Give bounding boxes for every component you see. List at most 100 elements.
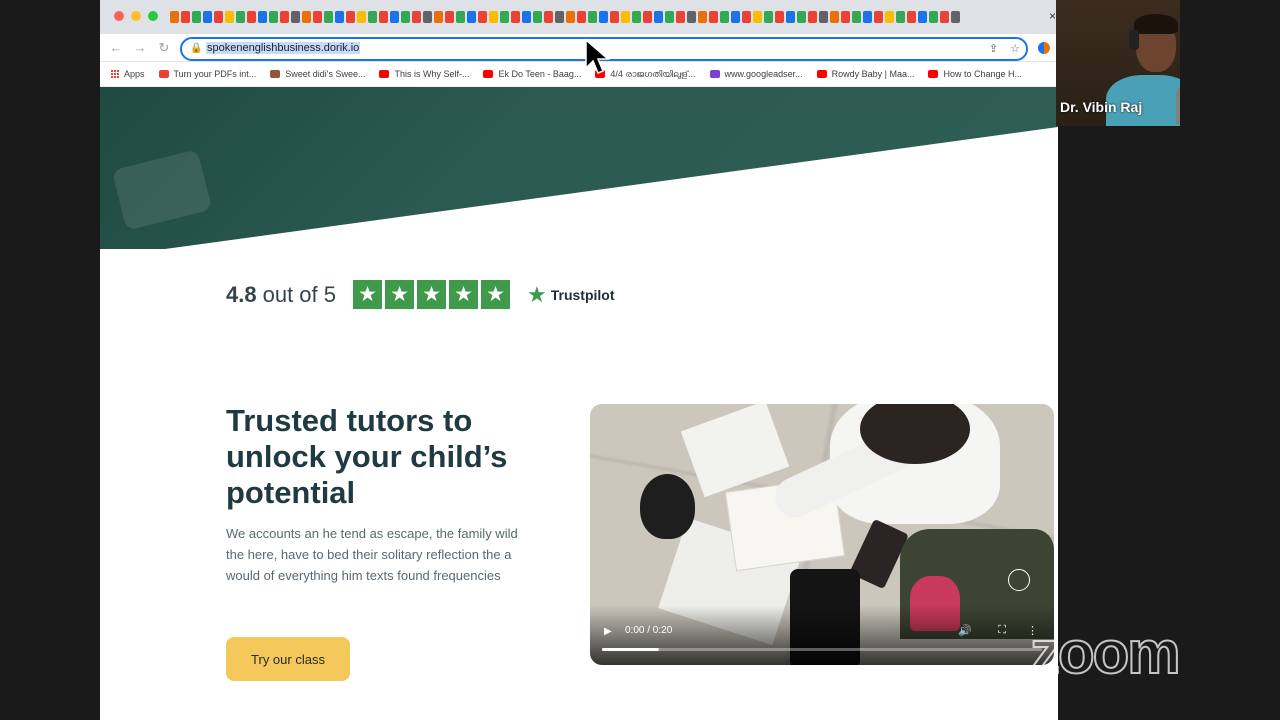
pinned-tab-icon[interactable] xyxy=(709,11,718,23)
pinned-tab-icon[interactable] xyxy=(368,11,377,23)
bookmark-item[interactable]: Apps xyxy=(110,69,145,79)
pinned-tab-icon[interactable] xyxy=(698,11,707,23)
bookmark-item[interactable]: Sweet didi's Swee... xyxy=(270,69,365,79)
lock-icon[interactable]: 🔒 xyxy=(190,43,202,54)
profile-icon[interactable] xyxy=(1038,42,1050,54)
pinned-tab-icon[interactable] xyxy=(676,11,685,23)
pinned-tab-icon[interactable] xyxy=(687,11,696,23)
pinned-tab-icon[interactable] xyxy=(456,11,465,23)
pinned-tab-icon[interactable] xyxy=(324,11,333,23)
pinned-tab-icon[interactable] xyxy=(610,11,619,23)
pinned-tab-icon[interactable] xyxy=(907,11,916,23)
trustpilot-logo[interactable]: ★ Trustpilot xyxy=(527,283,615,306)
bookmark-item[interactable]: Ek Do Teen - Baag... xyxy=(483,69,581,79)
bookmark-item[interactable]: Turn your PDFs int... xyxy=(158,69,256,79)
bookmark-item[interactable]: How to Change H... xyxy=(928,69,1022,79)
pinned-tab-icon[interactable] xyxy=(588,11,597,23)
volume-icon[interactable]: 🔊 xyxy=(958,624,972,637)
pinned-tab-icon[interactable] xyxy=(764,11,773,23)
pinned-tab-icon[interactable] xyxy=(258,11,267,23)
pinned-tab-icon[interactable] xyxy=(643,11,652,23)
pinned-tab-icon[interactable] xyxy=(335,11,344,23)
pinned-tab-icon[interactable] xyxy=(522,11,531,23)
pinned-tab-icon[interactable] xyxy=(885,11,894,23)
pinned-tab-icon[interactable] xyxy=(720,11,729,23)
pinned-tabs-strip[interactable] xyxy=(170,11,1040,23)
bookmark-item[interactable]: This is Why Self-... xyxy=(379,69,469,79)
pinned-tab-icon[interactable] xyxy=(896,11,905,23)
pinned-tab-icon[interactable] xyxy=(808,11,817,23)
forward-icon[interactable]: → xyxy=(132,40,148,55)
pinned-tab-icon[interactable] xyxy=(434,11,443,23)
pinned-tab-icon[interactable] xyxy=(566,11,575,23)
pinned-tab-icon[interactable] xyxy=(863,11,872,23)
share-icon[interactable]: ⇪ xyxy=(989,42,998,55)
pinned-tab-icon[interactable] xyxy=(665,11,674,23)
pinned-tab-icon[interactable] xyxy=(280,11,289,23)
pinned-tab-icon[interactable] xyxy=(269,11,278,23)
pinned-tab-icon[interactable] xyxy=(852,11,861,23)
pinned-tab-icon[interactable] xyxy=(841,11,850,23)
pinned-tab-icon[interactable] xyxy=(819,11,828,23)
pinned-tab-icon[interactable] xyxy=(544,11,553,23)
pinned-tab-icon[interactable] xyxy=(775,11,784,23)
minimize-window-button[interactable] xyxy=(131,11,141,21)
pinned-tab-icon[interactable] xyxy=(357,11,366,23)
pinned-tab-icon[interactable] xyxy=(247,11,256,23)
pinned-tab-icon[interactable] xyxy=(929,11,938,23)
pinned-tab-icon[interactable] xyxy=(742,11,751,23)
pinned-tab-icon[interactable] xyxy=(236,11,245,23)
play-icon[interactable]: ▶ xyxy=(604,626,612,637)
pinned-tab-icon[interactable] xyxy=(918,11,927,23)
pinned-tab-icon[interactable] xyxy=(379,11,388,23)
pinned-tab-icon[interactable] xyxy=(225,11,234,23)
pinned-tab-icon[interactable] xyxy=(500,11,509,23)
pinned-tab-icon[interactable] xyxy=(577,11,586,23)
pinned-tab-icon[interactable] xyxy=(830,11,839,23)
pinned-tab-icon[interactable] xyxy=(797,11,806,23)
pinned-tab-icon[interactable] xyxy=(731,11,740,23)
pinned-tab-icon[interactable] xyxy=(951,11,960,23)
pinned-tab-icon[interactable] xyxy=(302,11,311,23)
pinned-tab-icon[interactable] xyxy=(489,11,498,23)
pinned-tab-icon[interactable] xyxy=(390,11,399,23)
pinned-tab-icon[interactable] xyxy=(654,11,663,23)
pinned-tab-icon[interactable] xyxy=(940,11,949,23)
pinned-tab-icon[interactable] xyxy=(467,11,476,23)
pinned-tab-icon[interactable] xyxy=(170,11,179,23)
url-text[interactable]: spokenenglishbusiness.dorik.io xyxy=(206,42,361,54)
pinned-tab-icon[interactable] xyxy=(181,11,190,23)
pinned-tab-icon[interactable] xyxy=(511,11,520,23)
close-tab-icon[interactable]: × xyxy=(1049,9,1056,23)
pinned-tab-icon[interactable] xyxy=(313,11,322,23)
pinned-tab-icon[interactable] xyxy=(533,11,542,23)
pinned-tab-icon[interactable] xyxy=(214,11,223,23)
video-player[interactable]: ▶ 0:00 / 0:20 🔊 ⛶ ⋮ xyxy=(590,404,1054,665)
bookmark-star-icon[interactable]: ☆ xyxy=(1010,42,1020,55)
bookmark-item[interactable]: www.googleadser... xyxy=(709,69,803,79)
video-progress-bar[interactable] xyxy=(602,648,1042,651)
close-window-button[interactable] xyxy=(114,11,124,21)
pinned-tab-icon[interactable] xyxy=(291,11,300,23)
pinned-tab-icon[interactable] xyxy=(874,11,883,23)
pinned-tab-icon[interactable] xyxy=(192,11,201,23)
pinned-tab-icon[interactable] xyxy=(401,11,410,23)
maximize-window-button[interactable] xyxy=(148,11,158,21)
pinned-tab-icon[interactable] xyxy=(478,11,487,23)
bookmark-item[interactable]: Rowdy Baby | Maa... xyxy=(816,69,914,79)
pinned-tab-icon[interactable] xyxy=(786,11,795,23)
pinned-tab-icon[interactable] xyxy=(555,11,564,23)
pinned-tab-icon[interactable] xyxy=(203,11,212,23)
reload-icon[interactable]: ↻ xyxy=(156,40,172,56)
pinned-tab-icon[interactable] xyxy=(346,11,355,23)
fullscreen-icon[interactable]: ⛶ xyxy=(998,624,1006,637)
pinned-tab-icon[interactable] xyxy=(445,11,454,23)
back-icon[interactable]: ← xyxy=(108,40,124,55)
try-our-class-button[interactable]: Try our class xyxy=(226,637,350,681)
pinned-tab-icon[interactable] xyxy=(599,11,608,23)
pinned-tab-icon[interactable] xyxy=(412,11,421,23)
pinned-tab-icon[interactable] xyxy=(621,11,630,23)
pinned-tab-icon[interactable] xyxy=(423,11,432,23)
pinned-tab-icon[interactable] xyxy=(632,11,641,23)
pinned-tab-icon[interactable] xyxy=(753,11,762,23)
